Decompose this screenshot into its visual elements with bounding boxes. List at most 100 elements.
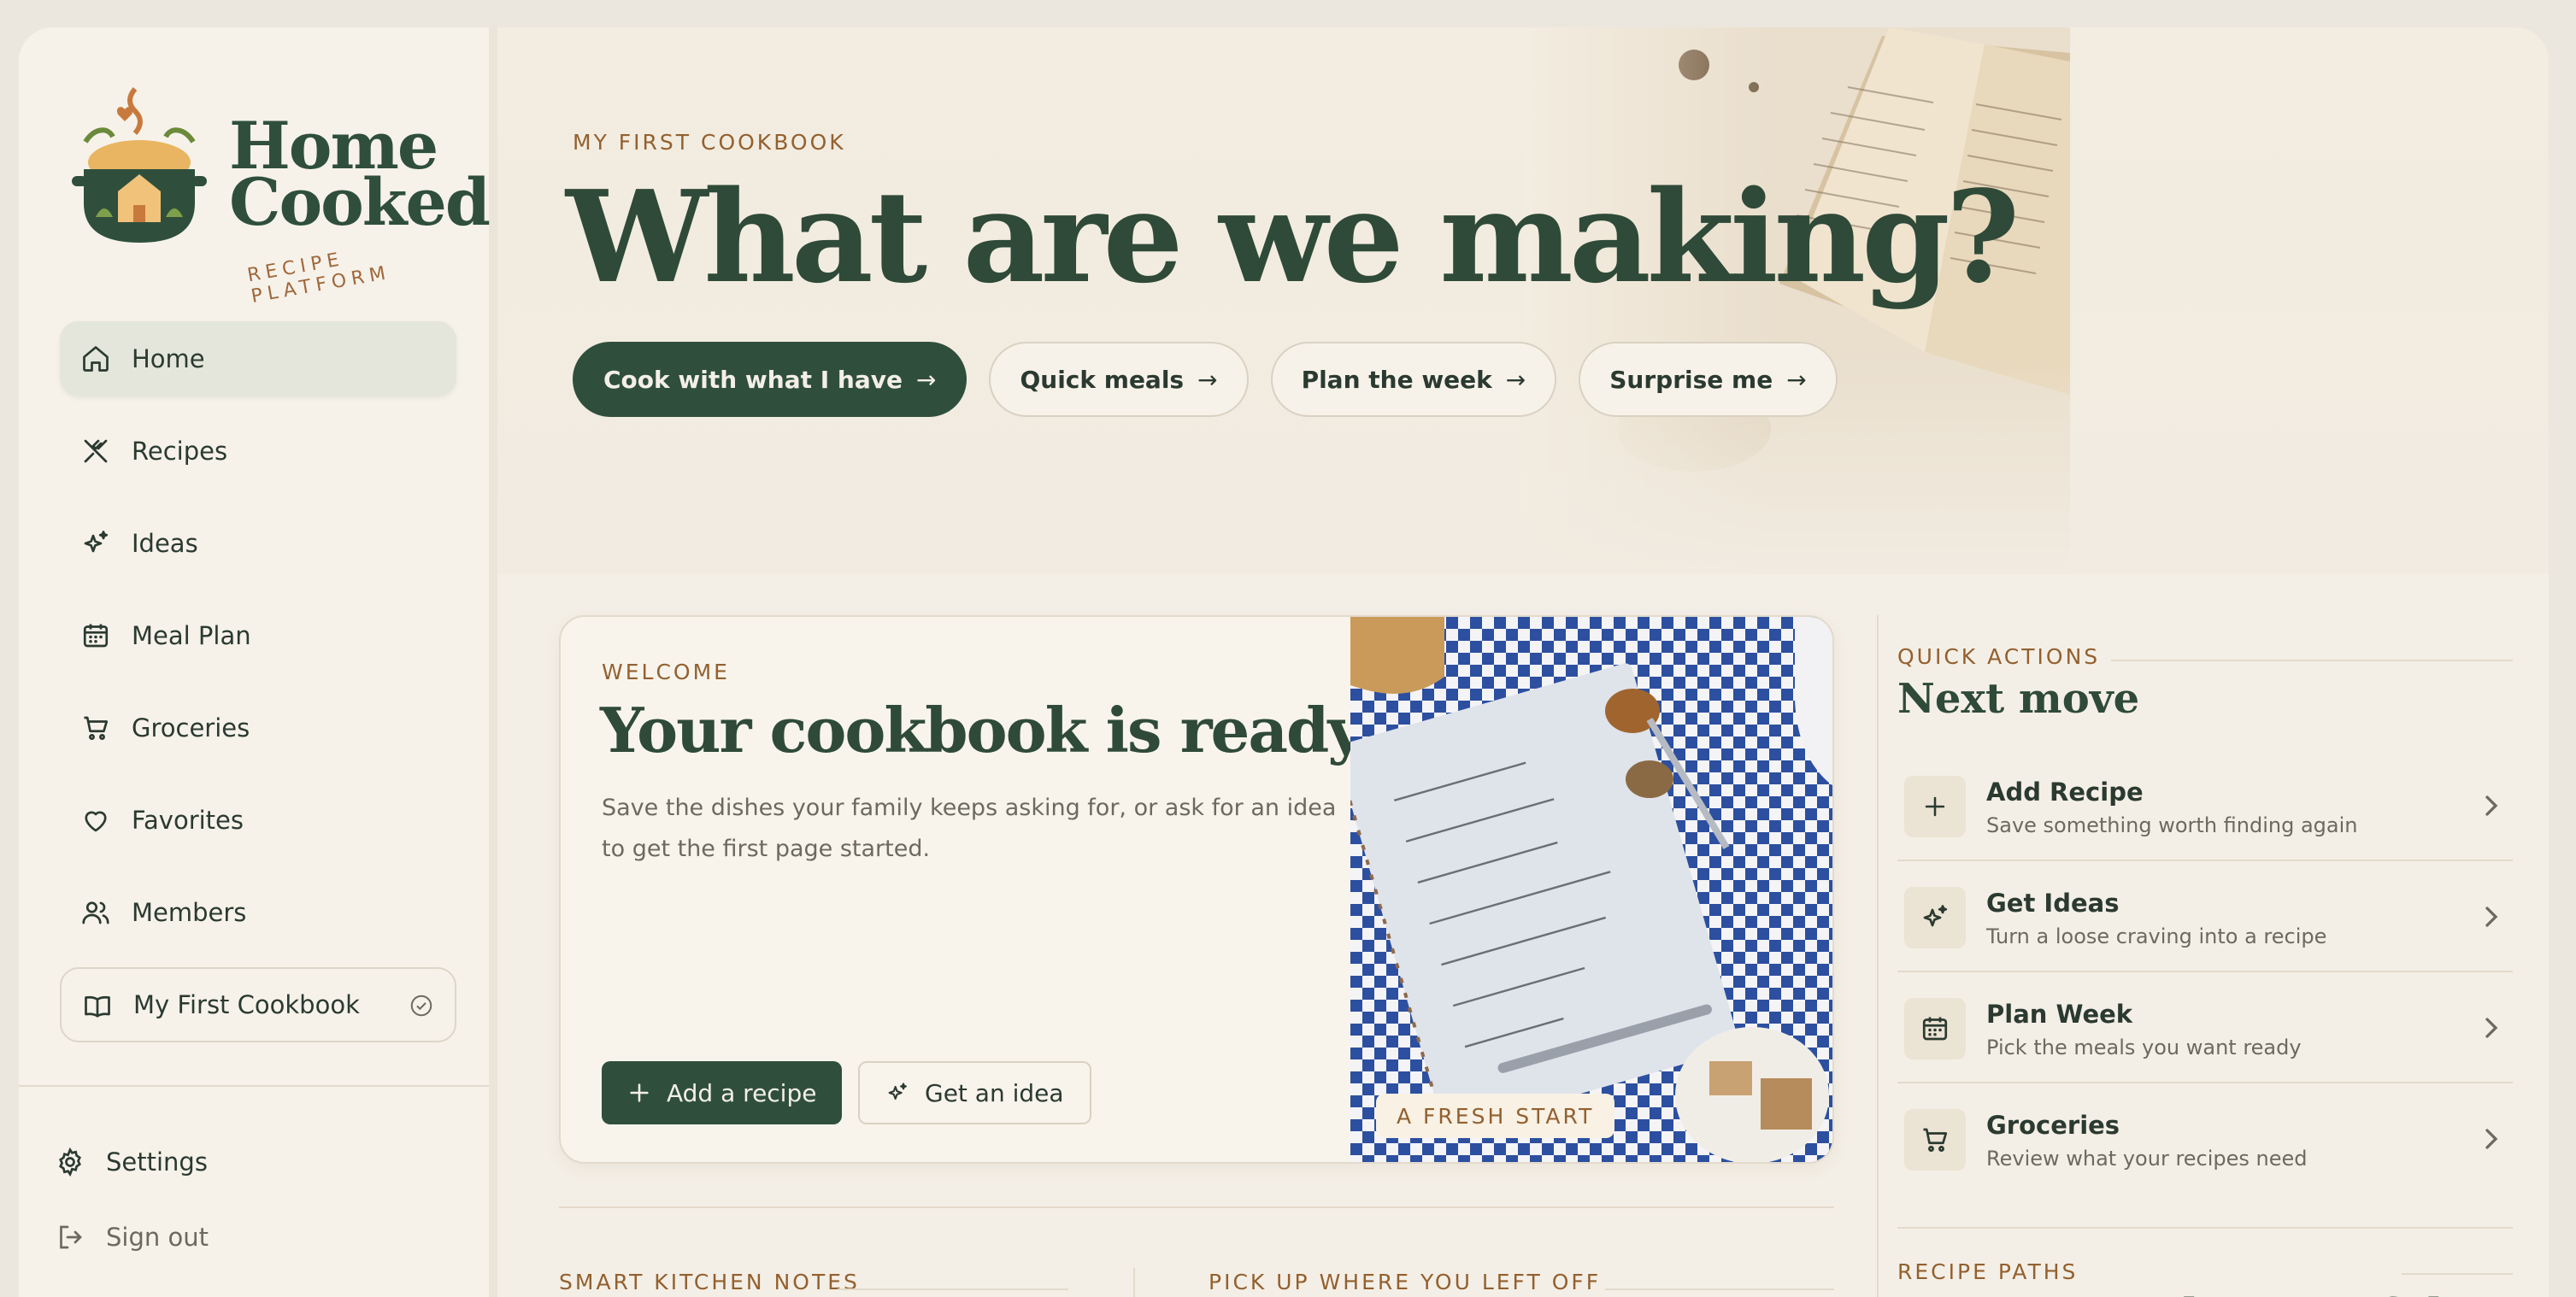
sidebar-item-members[interactable]: Members <box>60 875 456 950</box>
hero-eyebrow: MY FIRST COOKBOOK <box>573 130 846 155</box>
prompt-chips: Cook with what I have → Quick meals → Pl… <box>573 342 1838 417</box>
notebook-photo <box>1350 617 1832 1162</box>
quick-action-title: Get Ideas <box>1986 889 2120 918</box>
quick-action-plan-week[interactable]: Plan Week Pick the meals you want ready <box>1897 972 2513 1083</box>
sparkles-icon <box>888 1083 907 1100</box>
chip-label: Plan the week <box>1301 365 1492 394</box>
chip-cook-with-what-i-have[interactable]: Cook with what I have → <box>573 342 967 417</box>
app-window: Home Cooked RECIPE PLATFORM Home Recipes… <box>19 27 2549 1297</box>
eyebrow-rule <box>838 1288 1068 1290</box>
sidebar-item-label: Meal Plan <box>132 621 251 650</box>
sign-out-link[interactable]: Sign out <box>53 1212 395 1263</box>
quick-action-desc: Save something worth finding again <box>1986 813 2358 837</box>
chip-surprise-me[interactable]: Surprise me → <box>1579 342 1838 417</box>
chip-plan-the-week[interactable]: Plan the week → <box>1270 342 1557 417</box>
welcome-card: WELCOME Your cookbook is ready Save the … <box>559 615 1834 1164</box>
section-divider <box>1897 1227 2513 1229</box>
welcome-eyebrow: WELCOME <box>602 660 730 684</box>
welcome-title: Your cookbook is ready <box>600 694 1363 766</box>
sidebar-item-recipes[interactable]: Recipes <box>60 414 456 489</box>
sidebar-item-home[interactable]: Home <box>60 321 456 396</box>
quick-action-title: Groceries <box>1986 1111 2120 1140</box>
cookbook-label: My First Cookbook <box>133 990 360 1019</box>
sidebar-item-label: Members <box>132 898 247 927</box>
heart-icon <box>85 811 107 832</box>
chevron-right-icon <box>2485 1129 2498 1149</box>
quick-actions-list: Add Recipe Save something worth finding … <box>1897 750 2513 1194</box>
chip-quick-meals[interactable]: Quick meals → <box>989 342 1249 417</box>
section-divider <box>559 1206 1834 1208</box>
arrow-right-icon: → <box>1786 365 1807 394</box>
quick-action-desc: Turn a loose craving into a recipe <box>1986 924 2327 948</box>
home-icon <box>83 346 109 372</box>
recipe-paths-eyebrow: RECIPE PATHS <box>1897 1259 2079 1284</box>
sidebar-item-label: Home <box>132 344 205 373</box>
eyebrow-rule <box>2402 1273 2513 1275</box>
sidebar-item-meal-plan[interactable]: Meal Plan <box>60 598 456 673</box>
quick-actions-title: Next move <box>1897 675 2140 723</box>
quick-action-desc: Pick the meals you want ready <box>1986 1036 2302 1059</box>
quick-action-title: Plan Week <box>1986 1000 2133 1029</box>
smart-kitchen-notes-heading: SMART KITCHEN NOTES <box>559 1270 860 1294</box>
photo-badge: A FRESH START <box>1376 1094 1615 1138</box>
settings-link[interactable]: Settings <box>53 1136 395 1188</box>
eyebrow-rule <box>1605 1288 1834 1290</box>
chevron-right-icon <box>2485 795 2498 816</box>
sidebar-nav: Home Recipes Ideas Meal Plan Groceries F… <box>60 321 456 1059</box>
add-recipe-label: Add a recipe <box>667 1078 817 1107</box>
welcome-text: Save the dishes your family keeps asking… <box>602 795 1337 862</box>
sparkles-icon <box>1923 905 1948 927</box>
chip-label: Cook with what I have <box>603 365 903 394</box>
get-idea-button[interactable]: Get an idea <box>858 1061 1091 1124</box>
cart-icon <box>84 716 109 740</box>
sign-out-icon <box>60 1225 82 1249</box>
calendar-icon <box>1922 1017 1948 1041</box>
chip-label: Quick meals <box>1020 365 1185 394</box>
cooking-pot-icon <box>72 87 207 243</box>
arrow-right-icon: → <box>916 365 937 394</box>
sidebar-item-label: Ideas <box>132 529 198 558</box>
cart-icon <box>1923 1128 1948 1152</box>
quick-action-add-recipe[interactable]: Add Recipe Save something worth finding … <box>1897 750 2513 861</box>
add-recipe-button[interactable]: Add a recipe <box>602 1061 843 1124</box>
column-divider <box>1133 1268 1135 1297</box>
arrow-right-icon: → <box>1197 365 1218 394</box>
quick-action-title: Add Recipe <box>1986 778 2144 807</box>
brand-wordmark: Home Cooked <box>229 114 491 240</box>
cookbook-switcher[interactable]: My First Cookbook <box>60 967 456 1042</box>
utensils-icon <box>84 439 108 463</box>
sparkles-icon <box>84 531 109 553</box>
plus-icon <box>1925 796 1945 817</box>
check-circle-icon <box>410 995 432 1017</box>
arrow-right-icon: → <box>1505 365 1526 394</box>
sidebar-item-label: Recipes <box>132 437 228 466</box>
sidebar: Home Cooked RECIPE PLATFORM Home Recipes… <box>19 27 497 1297</box>
get-idea-label: Get an idea <box>925 1078 1064 1107</box>
brand-name-line2: Cooked <box>229 164 491 240</box>
pick-up-heading: PICK UP WHERE YOU LEFT OFF <box>1209 1270 1602 1294</box>
sign-out-label: Sign out <box>106 1223 209 1252</box>
sidebar-item-label: Groceries <box>132 713 250 742</box>
quick-action-groceries[interactable]: Groceries Review what your recipes need <box>1897 1083 2513 1194</box>
brand-logo[interactable]: Home Cooked RECIPE PLATFORM <box>67 73 491 308</box>
sidebar-item-ideas[interactable]: Ideas <box>60 506 456 581</box>
book-icon <box>85 995 110 1018</box>
settings-label: Settings <box>106 1147 208 1177</box>
page-title: What are we making? <box>566 162 2020 311</box>
sidebar-item-groceries[interactable]: Groceries <box>60 690 456 766</box>
quick-action-desc: Review what your recipes need <box>1986 1147 2308 1171</box>
recipe-paths-title: Start somewhere useful <box>1897 1290 2443 1297</box>
plus-icon <box>630 1083 649 1102</box>
sidebar-item-favorites[interactable]: Favorites <box>60 783 456 858</box>
eyebrow-rule <box>2111 660 2513 661</box>
gear-icon <box>59 1147 81 1177</box>
sidebar-item-label: Favorites <box>132 806 244 835</box>
quick-action-get-ideas[interactable]: Get Ideas Turn a loose craving into a re… <box>1897 861 2513 972</box>
chevron-right-icon <box>2485 907 2498 927</box>
chip-label: Surprise me <box>1609 365 1773 394</box>
users-icon <box>82 901 109 924</box>
column-divider <box>1877 615 1879 1297</box>
sidebar-divider <box>19 1085 489 1087</box>
calendar-icon <box>83 624 109 648</box>
quick-actions-eyebrow: QUICK ACTIONS <box>1897 644 2101 669</box>
